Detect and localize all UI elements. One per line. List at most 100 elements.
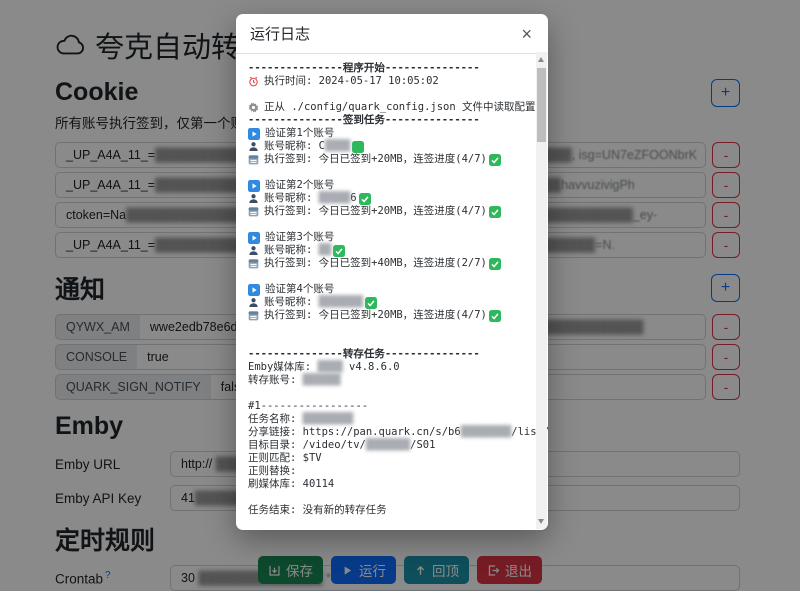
redacted-text: ███████ <box>319 296 363 309</box>
redacted-text: ████████ <box>303 413 354 426</box>
log-blank-line <box>248 387 528 400</box>
calendar-icon <box>248 258 259 269</box>
green-square-icon <box>352 141 364 153</box>
text: 分享链接: https://pan.quark.cn/s/b6 <box>248 426 461 439</box>
check-icon <box>489 258 501 270</box>
log-line: 任务结束: 没有新的转存任务 <box>248 504 528 517</box>
text: 账号昵称: <box>264 296 319 309</box>
text: 刷媒体库: 40114 <box>248 478 334 491</box>
text: 任务名称: <box>248 413 303 426</box>
person-icon <box>248 141 259 152</box>
log-line: #1----------------- <box>248 400 528 413</box>
text: 执行时间: 2024-05-17 10:05:02 <box>264 75 439 88</box>
log-line: 正则替换: <box>248 465 528 478</box>
close-icon[interactable]: × <box>519 25 534 43</box>
check-icon <box>359 193 371 205</box>
log-line: ---------------转存任务--------------- <box>248 348 528 361</box>
log-line: 正从 ./config/quark_config.json 文件中读取配置 <box>248 101 528 114</box>
play-badge-icon <box>248 232 260 244</box>
log-blank-line <box>248 491 528 504</box>
log-line: 账号昵称: ███████ <box>248 296 528 309</box>
log-line: 执行签到: 今日已签到+20MB，连签进度(4/7) <box>248 153 528 166</box>
modal-scrollbar[interactable] <box>536 52 547 529</box>
calendar-icon <box>248 206 259 217</box>
log-line: 验证第1个账号 <box>248 127 528 140</box>
text: 正则替换: <box>248 465 303 478</box>
modal-title: 运行日志 <box>250 23 310 44</box>
calendar-icon <box>248 310 259 321</box>
log-line: 正则匹配: $TV <box>248 452 528 465</box>
modal-header: 运行日志 × <box>236 14 548 54</box>
person-icon <box>248 245 259 256</box>
run-log-modal: 运行日志 × ---------------程序开始--------------… <box>236 14 548 530</box>
redacted-text: ██████ <box>303 374 341 387</box>
log-blank-line <box>248 218 528 231</box>
log-line: Emby媒体库: ████ v4.8.6.0 <box>248 361 528 374</box>
play-badge-icon <box>248 180 260 192</box>
text: 6 <box>350 192 356 205</box>
log-line: 执行签到: 今日已签到+40MB，连签进度(2/7) <box>248 257 528 270</box>
redacted-text: ████ <box>317 361 342 374</box>
text: #1----------------- <box>248 400 368 413</box>
log-blank-line <box>248 270 528 283</box>
text: /S01 <box>410 439 435 452</box>
scrollbar-up-arrow-icon[interactable] <box>538 57 544 62</box>
log-line: 验证第4个账号 <box>248 283 528 296</box>
scrollbar-thumb[interactable] <box>537 68 546 142</box>
person-icon <box>248 193 259 204</box>
text: 验证第4个账号 <box>265 283 334 296</box>
check-icon <box>489 206 501 218</box>
gear-icon <box>248 102 259 113</box>
text: 任务结束: 没有新的转存任务 <box>248 504 387 517</box>
text: 正从 ./config/quark_config.json 文件中读取配置 <box>264 101 536 114</box>
check-icon <box>365 297 377 309</box>
redacted-text: ██ <box>319 244 332 257</box>
redacted-text: ████ <box>325 140 350 153</box>
log-blank-line <box>248 335 528 348</box>
log-line: 任务名称: ████████ <box>248 413 528 426</box>
log-line: 账号昵称: C████ <box>248 140 528 153</box>
check-icon <box>489 310 501 322</box>
redacted-text: █████ <box>319 192 351 205</box>
text: 账号昵称: C <box>264 140 325 153</box>
text: 执行签到: 今日已签到+40MB，连签进度(2/7) <box>264 257 487 270</box>
text: ---------------转存任务--------------- <box>248 348 480 361</box>
check-icon <box>489 154 501 166</box>
log-line: ---------------程序开始--------------- <box>248 62 528 75</box>
text: 执行签到: 今日已签到+20MB，连签进度(4/7) <box>264 153 487 166</box>
play-badge-icon <box>248 128 260 140</box>
log-line: 转存账号: ██████ <box>248 374 528 387</box>
log-blank-line <box>248 322 528 335</box>
text: 账号昵称: <box>264 192 319 205</box>
text: 目标目录: /video/tv/ <box>248 439 366 452</box>
redacted-text: ████████ <box>461 426 512 439</box>
log-blank-line <box>248 166 528 179</box>
text: ---------------签到任务--------------- <box>248 114 480 127</box>
log-line: 验证第3个账号 <box>248 231 528 244</box>
log-body: ---------------程序开始---------------执行时间: … <box>236 54 548 530</box>
log-line: 执行签到: 今日已签到+20MB，连签进度(4/7) <box>248 205 528 218</box>
play-badge-icon <box>248 284 260 296</box>
log-line: 执行签到: 今日已签到+20MB，连签进度(4/7) <box>248 309 528 322</box>
text: ---------------程序开始--------------- <box>248 62 480 75</box>
log-line: 验证第2个账号 <box>248 179 528 192</box>
text: 执行签到: 今日已签到+20MB，连签进度(4/7) <box>264 309 487 322</box>
text: 验证第2个账号 <box>265 179 334 192</box>
log-line: 分享链接: https://pan.quark.cn/s/b6████████/… <box>248 426 528 439</box>
check-icon <box>333 245 345 257</box>
text: 验证第1个账号 <box>265 127 334 140</box>
log-line: 账号昵称: ██ <box>248 244 528 257</box>
log-line: 执行时间: 2024-05-17 10:05:02 <box>248 75 528 88</box>
text: Emby媒体库: <box>248 361 317 374</box>
log-line: 目标目录: /video/tv/███████/S01 <box>248 439 528 452</box>
text: 执行签到: 今日已签到+20MB，连签进度(4/7) <box>264 205 487 218</box>
text: v4.8.6.0 <box>343 361 400 374</box>
log-blank-line <box>248 88 528 101</box>
person-icon <box>248 297 259 308</box>
log-line: ---------------签到任务--------------- <box>248 114 528 127</box>
app-page: 夸克自动转存 Cookie + 所有账号执行签到，仅第一个账号执行转存 _UP_… <box>0 0 800 591</box>
text: 验证第3个账号 <box>265 231 334 244</box>
scrollbar-down-arrow-icon[interactable] <box>538 519 544 524</box>
text: 正则匹配: $TV <box>248 452 322 465</box>
log-line: 账号昵称: █████6 <box>248 192 528 205</box>
